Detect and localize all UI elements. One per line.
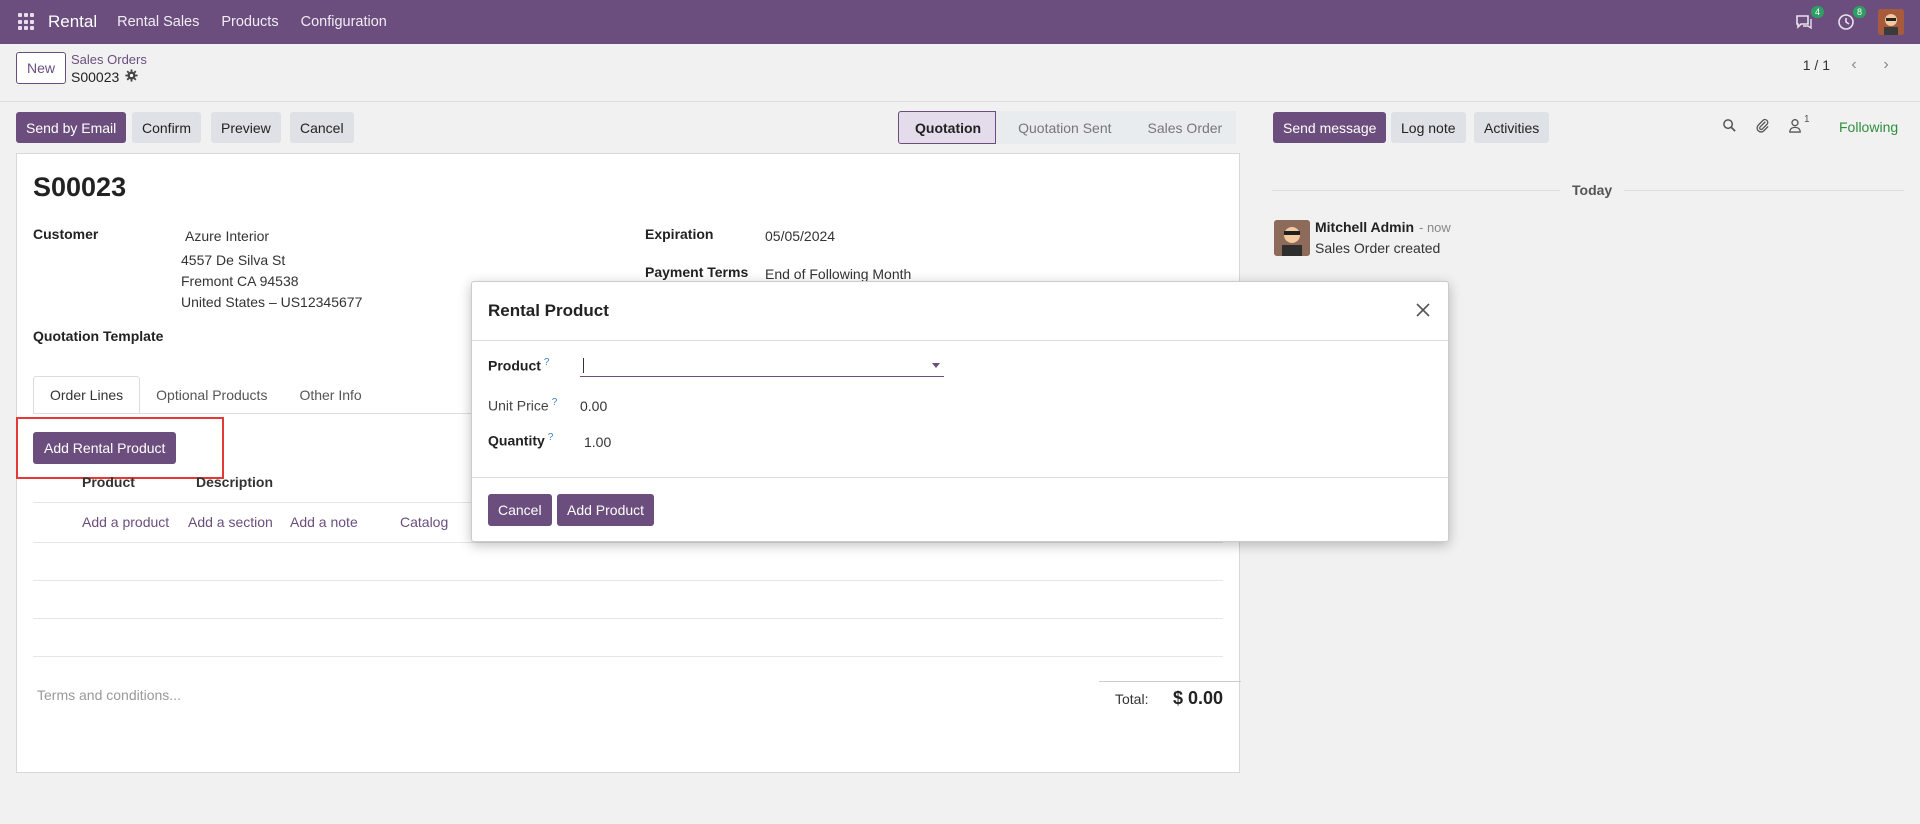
dialog-cancel-button[interactable]: Cancel xyxy=(488,494,552,526)
unit-price-value: 0.00 xyxy=(580,398,608,414)
text-cursor xyxy=(583,358,584,373)
unit-price-label-text: Unit Price xyxy=(488,397,549,414)
quantity-help-icon[interactable]: ? xyxy=(548,432,554,443)
rental-product-dialog: Rental Product Product? Unit Price? 0.00… xyxy=(471,281,1449,542)
product-label: Product? xyxy=(488,357,549,374)
product-help-icon[interactable]: ? xyxy=(544,357,550,368)
quantity-label: Quantity? xyxy=(488,432,553,449)
quantity-label-text: Quantity xyxy=(488,432,545,449)
add-product-button[interactable]: Add Product xyxy=(557,494,655,526)
product-label-text: Product xyxy=(488,357,541,374)
close-icon[interactable] xyxy=(1412,299,1434,321)
dialog-title: Rental Product xyxy=(488,301,609,320)
quantity-input[interactable]: 1.00 xyxy=(584,434,611,450)
unit-price-help-icon[interactable]: ? xyxy=(552,397,558,408)
dropdown-caret-icon[interactable] xyxy=(932,363,940,368)
product-select-input[interactable] xyxy=(580,355,944,377)
unit-price-label: Unit Price? xyxy=(488,397,557,414)
dialog-header: Rental Product xyxy=(472,282,1448,341)
dialog-footer: Cancel Add Product xyxy=(472,477,1448,543)
